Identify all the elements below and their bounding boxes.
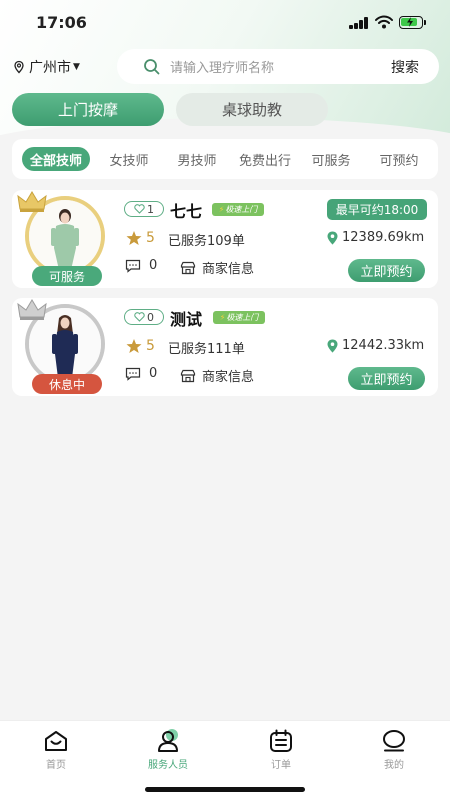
city-selector[interactable]: 广州市 ▼ — [12, 57, 80, 77]
crown-icon — [17, 191, 47, 212]
status-badge: 休息中 — [32, 374, 102, 394]
therapist-name: 测试 — [170, 310, 203, 329]
search-button[interactable]: 搜索 — [391, 57, 419, 77]
distance-value: 12442.33km — [342, 338, 425, 353]
chevron-down-icon: ▼ — [73, 62, 80, 72]
like-counter[interactable]: 1 — [124, 201, 164, 217]
like-count: 0 — [147, 310, 154, 324]
status-badge: 可服务 — [32, 266, 102, 286]
search-icon — [144, 58, 160, 74]
comments[interactable]: 0 — [125, 366, 157, 381]
wifi-icon — [375, 15, 393, 29]
rating: 5 — [126, 338, 155, 354]
fast-service-tag: ⚡ 极速上门 — [212, 203, 264, 216]
search-bar[interactable]: 请输入理疗师名称 搜索 — [117, 49, 439, 84]
served-count: 已服务111单 — [168, 342, 245, 357]
comment-count: 0 — [149, 366, 158, 381]
nav-service-staff-label: 服务人员 — [148, 760, 188, 771]
heart-icon — [134, 312, 145, 322]
merchant-info-link[interactable]: 商家信息 — [180, 258, 254, 277]
home-indicator — [145, 787, 305, 792]
home-icon — [45, 731, 67, 751]
served-count: 已服务109单 — [168, 234, 245, 249]
filter-female[interactable]: 女技师 — [100, 147, 158, 171]
therapist-name: 七七 — [170, 202, 203, 221]
rating: 5 — [126, 230, 155, 246]
crown-icon — [17, 299, 47, 320]
earliest-available-badge: 最早可约18:00 — [327, 199, 427, 220]
order-icon — [270, 729, 292, 752]
lightning-icon: ⚡ — [218, 205, 225, 214]
distance-value: 12389.69km — [342, 230, 425, 245]
profile-icon — [383, 730, 405, 752]
filter-bar: 全部技师 女技师 男技师 免费出行 可服务 可预约 — [12, 139, 438, 179]
nav-service-staff[interactable]: 服务人员 — [128, 729, 208, 771]
therapist-card[interactable]: 可服务 1 七七 ⚡ 极速上门 最早可约18:00 5 已服务109单 12389… — [12, 190, 438, 288]
book-now-button[interactable]: 立即预约 — [348, 367, 425, 390]
shop-icon — [180, 261, 196, 274]
filter-all[interactable]: 全部技师 — [22, 147, 90, 171]
battery-icon — [399, 16, 426, 29]
fast-service-tag: ⚡ 极速上门 — [213, 311, 265, 324]
star-icon — [126, 231, 142, 245]
merchant-info-label: 商家信息 — [202, 262, 255, 277]
lightning-icon: ⚡ — [219, 313, 226, 322]
nav-profile[interactable]: 我的 — [354, 729, 434, 771]
comment-icon — [125, 259, 141, 273]
comments[interactable]: 0 — [125, 258, 157, 273]
avatar[interactable]: 可服务 — [17, 191, 110, 286]
nav-orders[interactable]: 订单 — [241, 729, 321, 771]
book-now-button[interactable]: 立即预约 — [348, 259, 425, 282]
avatar[interactable]: 休息中 — [17, 299, 110, 394]
distance: 12442.33km — [326, 338, 424, 353]
comment-icon — [125, 367, 141, 381]
merchant-info-link[interactable]: 商家信息 — [180, 366, 254, 385]
shop-icon — [180, 369, 196, 382]
location-pin-icon — [327, 339, 338, 352]
filter-free-travel[interactable]: 免费出行 — [230, 147, 300, 171]
nav-profile-label: 我的 — [384, 760, 404, 771]
signal-icon — [349, 17, 369, 29]
filter-available[interactable]: 可服务 — [304, 147, 358, 171]
city-label: 广州市 — [29, 60, 71, 76]
nav-orders-label: 订单 — [271, 760, 291, 771]
status-time: 17:06 — [36, 13, 87, 32]
status-bar: 17:06 — [0, 0, 450, 46]
nav-home[interactable]: 首页 — [16, 729, 96, 771]
rating-value: 5 — [146, 230, 155, 246]
therapist-card[interactable]: 休息中 0 测试 ⚡ 极速上门 5 已服务111单 12442.33km 0 商家… — [12, 298, 438, 396]
tab-billiards-coach[interactable]: 桌球助教 — [176, 93, 328, 126]
star-icon — [126, 339, 142, 353]
filter-bookable[interactable]: 可预约 — [370, 147, 428, 171]
heart-icon — [134, 204, 145, 214]
merchant-info-label: 商家信息 — [202, 370, 255, 385]
distance: 12389.69km — [326, 230, 424, 245]
filter-male[interactable]: 男技师 — [168, 147, 226, 171]
location-pin-icon — [327, 231, 338, 244]
nav-home-label: 首页 — [46, 760, 66, 771]
like-count: 1 — [147, 202, 154, 216]
comment-count: 0 — [149, 258, 158, 273]
rating-value: 5 — [146, 338, 155, 354]
search-input[interactable]: 请输入理疗师名称 — [170, 57, 391, 76]
like-counter[interactable]: 0 — [124, 309, 164, 325]
location-pin-icon — [14, 60, 24, 74]
tab-home-massage[interactable]: 上门按摩 — [12, 93, 164, 126]
person-icon — [158, 729, 178, 752]
